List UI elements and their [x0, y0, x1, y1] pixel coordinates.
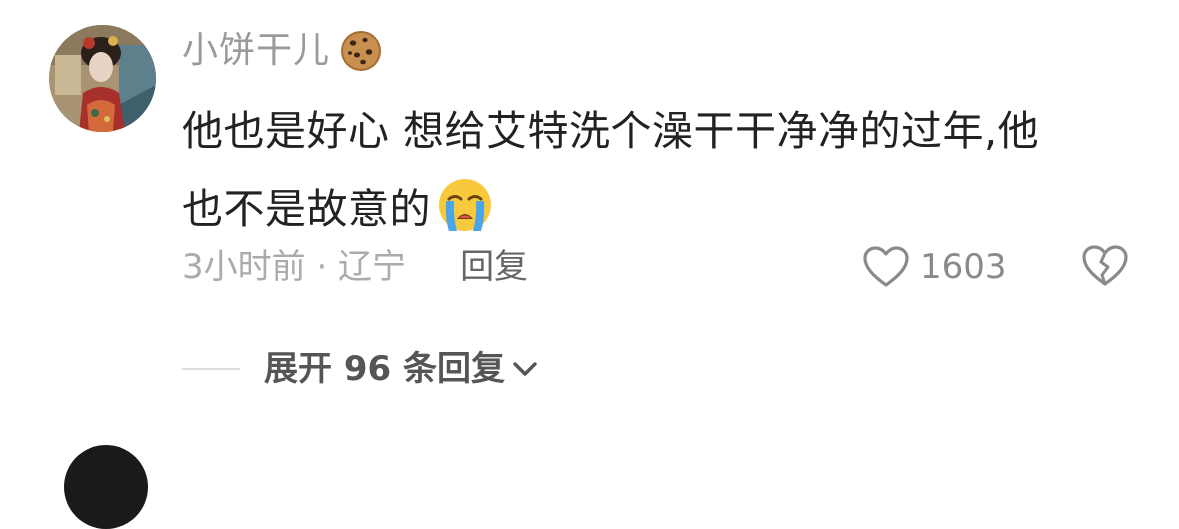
next-comment-avatar[interactable] [64, 445, 148, 529]
divider-line [182, 368, 240, 370]
broken-heart-icon[interactable] [1081, 244, 1129, 288]
comment-item: 小饼干儿 他也是好心 想给艾特洗个澡干干净净的过年,他 也不是故意的 3小时前 … [0, 0, 1179, 529]
comment-text: 他也是好心 想给艾特洗个澡干干净净的过年,他 也不是故意的 [182, 92, 1142, 248]
cookie-icon [341, 31, 382, 71]
username-row: 小饼干儿 [182, 28, 384, 74]
like-count: 1603 [920, 247, 1007, 287]
expand-replies-button[interactable]: 展开 96 条回复 [264, 346, 541, 392]
reply-button[interactable]: 回复 [460, 244, 528, 290]
chevron-down-icon [513, 362, 537, 376]
username[interactable]: 小饼干儿 [182, 28, 330, 74]
comment-text-line-1: 他也是好心 想给艾特洗个澡干干净净的过年,他 [182, 107, 1040, 155]
avatar[interactable] [49, 25, 156, 132]
expand-replies-label: 展开 96 条回复 [264, 349, 505, 389]
avatar-image [49, 25, 156, 132]
comment-text-line-2: 也不是故意的 [182, 170, 1142, 248]
comment-time-location: 3小时前 · 辽宁 [182, 247, 407, 287]
heart-outline-icon [863, 246, 909, 287]
comment-meta: 3小时前 · 辽宁 回复 [182, 244, 528, 290]
comment-text-line-2-content: 也不是故意的 [182, 185, 431, 233]
expand-replies-row: 展开 96 条回复 [182, 346, 541, 392]
crying-face-icon [439, 179, 491, 231]
like-button[interactable]: 1603 [862, 242, 1007, 292]
